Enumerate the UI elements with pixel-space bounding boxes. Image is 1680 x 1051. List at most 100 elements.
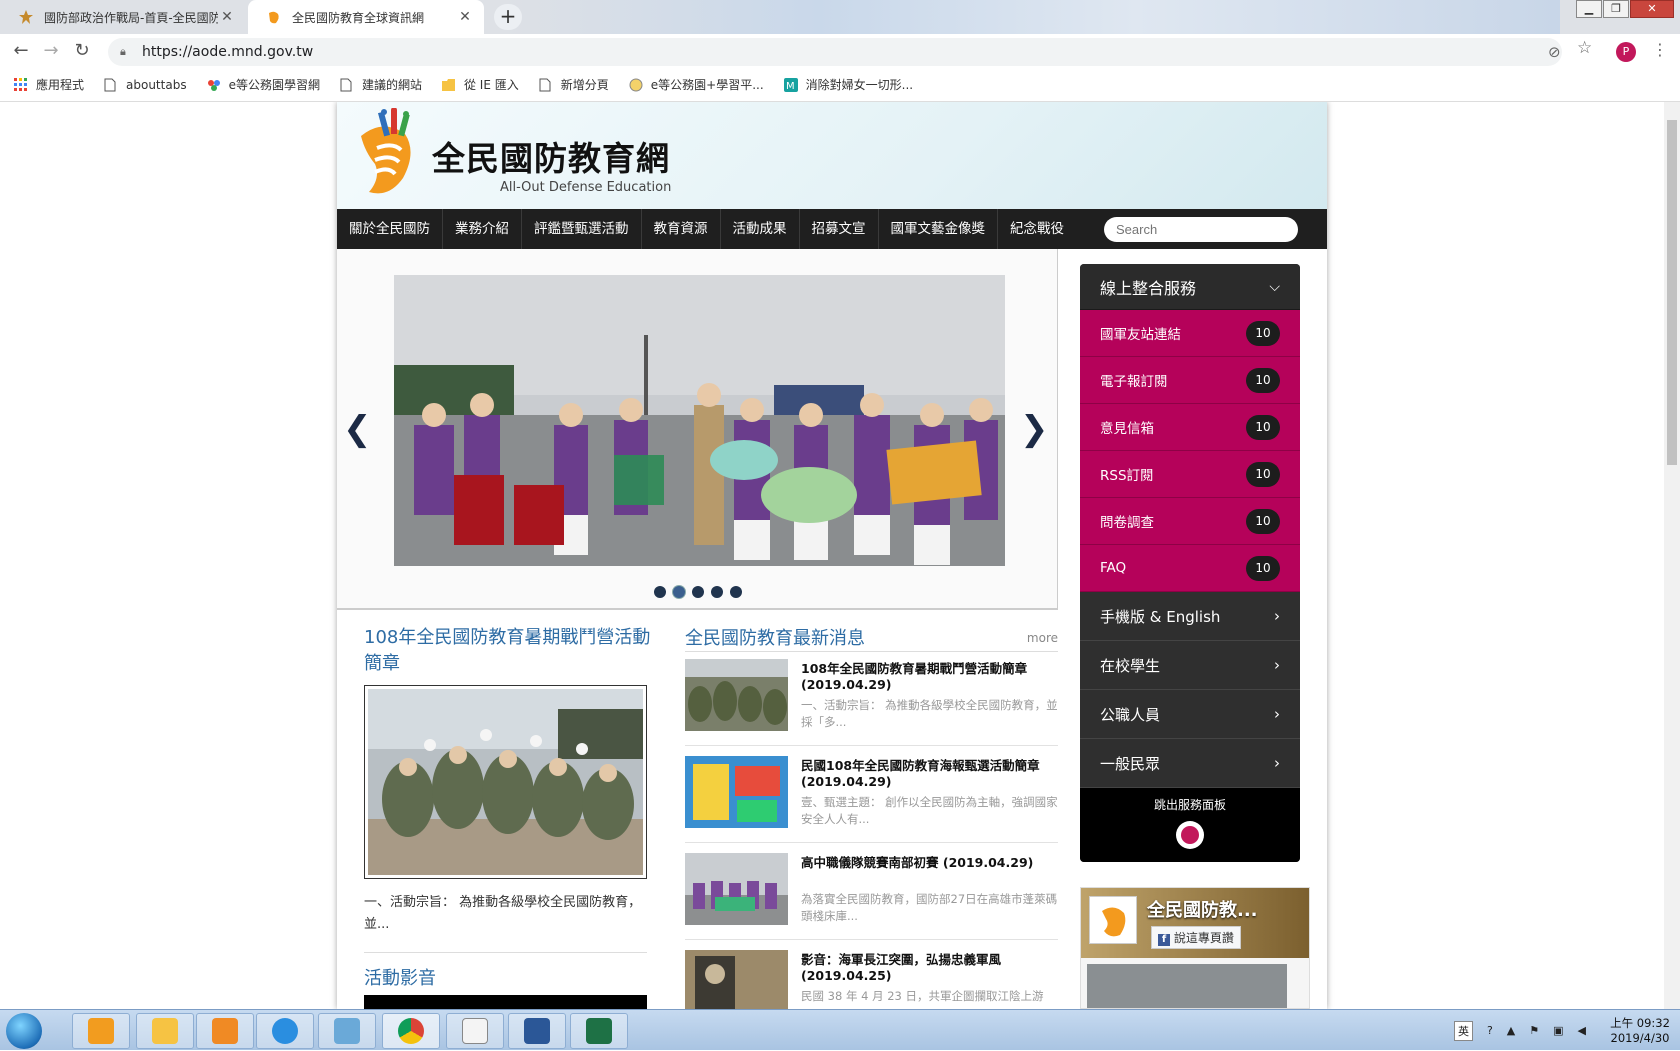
facebook-like-button[interactable]: f 說這專頁讚 <box>1151 926 1241 949</box>
help-icon[interactable]: ? <box>1487 1024 1493 1037</box>
news-thumbnail[interactable] <box>685 853 788 925</box>
category-mobile-english[interactable]: 手機版 & English › <box>1080 592 1300 641</box>
facebook-page-logo[interactable] <box>1089 896 1137 944</box>
slider-dot[interactable] <box>730 586 742 598</box>
service-link-survey[interactable]: 問卷調查 10 <box>1080 498 1300 545</box>
profile-avatar[interactable]: P <box>1616 42 1636 62</box>
news-thumbnail[interactable] <box>685 950 788 1009</box>
news-item[interactable]: 民國108年全民國防教育海報甄選活動簡章 (2019.04.29) 壹、甄選主題… <box>685 756 1058 843</box>
count-badge: 10 <box>1246 555 1280 581</box>
tab-mnd-politics[interactable]: 國防部政治作戰局-首頁-全民國防 ✕ <box>0 0 246 34</box>
news-headline[interactable]: 108年全民國防教育暑期戰鬥營活動簡章 (2019.04.29) <box>801 661 1058 693</box>
page-scrollbar[interactable] <box>1664 102 1680 1009</box>
category-public[interactable]: 一般民眾 › <box>1080 739 1300 788</box>
taskbar-photos[interactable] <box>318 1013 376 1049</box>
bookmark-apps[interactable]: 應用程式 <box>14 76 84 93</box>
taskbar-excel[interactable] <box>570 1013 628 1049</box>
category-students[interactable]: 在校學生 › <box>1080 641 1300 690</box>
service-link-rss[interactable]: RSS訂閱 10 <box>1080 451 1300 498</box>
site-logo-icon[interactable] <box>353 108 433 200</box>
slider-dot[interactable] <box>692 586 704 598</box>
taskbar-word[interactable] <box>508 1013 566 1049</box>
back-arrow-icon[interactable]: ← <box>10 41 32 61</box>
facebook-video-preview[interactable] <box>1087 964 1287 1008</box>
featured-photo[interactable] <box>364 685 647 879</box>
bookmark-cedaw[interactable]: M 消除對婦女一切形... <box>783 76 913 93</box>
service-link-newsletter[interactable]: 電子報訂閱 10 <box>1080 357 1300 404</box>
service-link-military-sites[interactable]: 國軍友站連結 10 <box>1080 310 1300 357</box>
close-window-button[interactable]: ✕ <box>1630 0 1674 18</box>
services-header[interactable]: 線上整合服務 ⌵ <box>1080 264 1300 310</box>
forward-arrow-icon[interactable]: → <box>40 41 62 61</box>
address-bar[interactable]: 🔒︎ https://aode.mnd.gov.tw ⊘ <box>108 38 1562 66</box>
taskbar-media-player[interactable] <box>72 1013 130 1049</box>
bookmark-elearning-plus[interactable]: e等公務園+學習平... <box>629 76 764 93</box>
slide-photo[interactable] <box>394 275 1005 566</box>
taskbar-explorer[interactable] <box>136 1013 194 1049</box>
network-icon[interactable]: ▣ <box>1553 1024 1563 1037</box>
nav-about-defense[interactable]: 關於全民國防 <box>337 209 443 249</box>
news-headline[interactable]: 高中職儀隊競賽南部初賽 (2019.04.29) <box>801 855 1058 871</box>
taskbar-chrome[interactable] <box>382 1013 440 1049</box>
news-item[interactable]: 影音：海軍長江突圍，弘揚忠義軍風 (2019.04.25) 民國 38 年 4 … <box>685 950 1058 1009</box>
close-tab-icon[interactable]: ✕ <box>456 9 474 25</box>
bookmark-newtab[interactable]: 新增分頁 <box>539 76 609 93</box>
nav-results[interactable]: 活動成果 <box>721 209 800 249</box>
bookmark-label: 應用程式 <box>36 78 85 92</box>
news-item[interactable]: 108年全民國防教育暑期戰鬥營活動簡章 (2019.04.29) 一、活動宗旨：… <box>685 659 1058 746</box>
news-headline[interactable]: 影音：海軍長江突圍，弘揚忠義軍風 (2019.04.25) <box>801 952 1058 984</box>
tab-aode[interactable]: 全民國防教育全球資訊網 ✕ <box>248 0 484 34</box>
taskbar-internet-explorer[interactable] <box>256 1013 314 1049</box>
reload-icon[interactable]: ↻ <box>71 41 93 61</box>
bookmark-suggested[interactable]: 建議的網站 <box>340 76 422 93</box>
nav-business[interactable]: 業務介紹 <box>443 209 522 249</box>
featured-title-link[interactable]: 108年全民國防教育暑期戰鬥營活動簡章 <box>364 625 654 677</box>
nav-resources[interactable]: 教育資源 <box>642 209 721 249</box>
search-input[interactable] <box>1104 217 1298 242</box>
chevron-down-icon[interactable]: ⌵ <box>1269 279 1280 295</box>
nav-golden-statue[interactable]: 國軍文藝金像獎 <box>879 209 998 249</box>
facebook-page-name[interactable]: 全民國防教... <box>1147 896 1258 922</box>
bookmark-star-icon[interactable]: ☆ <box>1577 38 1592 58</box>
tray-expand-icon[interactable]: ▲ <box>1507 1024 1515 1037</box>
taskbar-notepad[interactable] <box>446 1013 504 1049</box>
scrollbar-thumb[interactable] <box>1667 120 1677 465</box>
restore-button[interactable]: ❐ <box>1603 0 1629 18</box>
news-item[interactable]: 高中職儀隊競賽南部初賽 (2019.04.29) 為落實全民國防教育，國防部27… <box>685 853 1058 940</box>
video-player[interactable] <box>364 995 647 1009</box>
bookmark-ie-import[interactable]: 從 IE 匯入 <box>441 76 519 93</box>
nav-recruitment[interactable]: 招募文宣 <box>800 209 879 249</box>
news-more-link[interactable]: more <box>1027 631 1058 645</box>
flag-icon[interactable]: ⚑ <box>1529 1024 1539 1037</box>
taskbar-outlook[interactable] <box>196 1013 254 1049</box>
service-link-faq[interactable]: FAQ 10 <box>1080 545 1300 592</box>
news-section-title[interactable]: 全民國防教育最新消息 <box>685 624 865 650</box>
minimize-button[interactable]: ▁ <box>1576 0 1602 18</box>
slider-dot[interactable] <box>711 586 723 598</box>
count-badge: 10 <box>1246 461 1280 487</box>
slider-prev-arrow-icon[interactable]: ❮ <box>343 409 372 449</box>
ime-indicator[interactable]: 英 <box>1453 1020 1473 1041</box>
bookmark-abouttabs[interactable]: abouttabs <box>104 78 187 92</box>
service-link-mailbox[interactable]: 意見信箱 10 <box>1080 404 1300 451</box>
menu-kebab-icon[interactable]: ⋮ <box>1652 40 1668 59</box>
slider-dot-active[interactable] <box>673 586 685 598</box>
translate-icon[interactable]: ⊘ <box>1548 43 1561 61</box>
new-tab-button[interactable]: + <box>494 4 522 30</box>
volume-icon[interactable]: ◀ <box>1578 1024 1586 1037</box>
close-tab-icon[interactable]: ✕ <box>218 9 236 25</box>
site-logo-title[interactable]: 全民國防教育網 <box>432 132 670 180</box>
slider-dot[interactable] <box>654 586 666 598</box>
news-thumbnail[interactable] <box>685 756 788 828</box>
nav-evaluation[interactable]: 評鑑暨甄選活動 <box>522 209 642 249</box>
panel-toggle-button[interactable] <box>1176 821 1204 849</box>
clock[interactable]: 上午 09:32 2019/4/30 <box>1600 1016 1680 1046</box>
start-button[interactable] <box>6 1013 42 1049</box>
news-headline[interactable]: 民國108年全民國防教育海報甄選活動簡章 (2019.04.29) <box>801 758 1058 790</box>
slider-next-arrow-icon[interactable]: ❯ <box>1020 409 1049 449</box>
category-civil-servants[interactable]: 公職人員 › <box>1080 690 1300 739</box>
video-section-title[interactable]: 活動影音 <box>364 964 436 990</box>
nav-memorial-battles[interactable]: 紀念戰役 <box>998 209 1076 249</box>
news-thumbnail[interactable] <box>685 659 788 731</box>
bookmark-elearning[interactable]: e等公務園學習網 <box>207 76 320 93</box>
